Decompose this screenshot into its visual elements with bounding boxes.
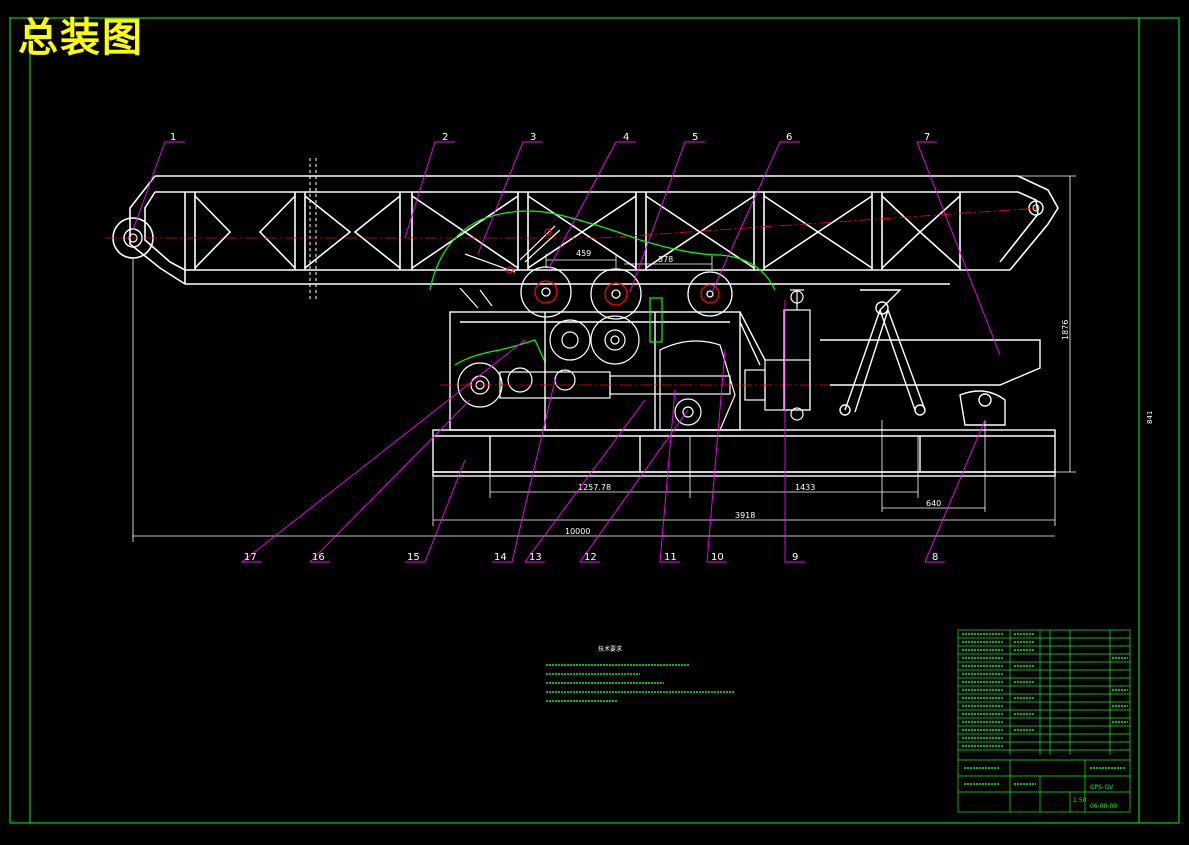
- label-underlines: [165, 141, 945, 563]
- hydraulic-cylinder: [783, 289, 811, 421]
- part-9-label: 9: [792, 552, 798, 563]
- part-13-label: 13: [529, 552, 542, 563]
- drawing-code-2: 06-00-00: [1090, 803, 1117, 810]
- cutter-hood: [429, 210, 776, 291]
- sheet-height-label: 841: [1146, 411, 1154, 424]
- discharge-chute: [820, 339, 1041, 426]
- part-2-label: 2: [442, 132, 448, 143]
- dim-10000: 10000: [565, 527, 590, 536]
- part-12-label: 12: [584, 552, 597, 563]
- drawing-scale: 1:50: [1073, 797, 1087, 804]
- dim-3918: 3918: [735, 511, 755, 520]
- cutter-wheels: [520, 266, 733, 320]
- break-marks: [309, 158, 317, 300]
- assembly-drawing: 8 4 1 459 578 1257.78 1433 640 3918 10000 …: [9, 17, 1180, 824]
- drive-shaft: [440, 359, 830, 411]
- part-4-label: 4: [623, 132, 629, 143]
- part-3-label: 3: [530, 132, 536, 143]
- drawing-sheet: 8 4 1 459 578 1257.78 1433 640 3918 10000 …: [0, 0, 1189, 841]
- part-6-label: 6: [786, 132, 792, 143]
- drawing-code-1: GPS-GV: [1090, 784, 1114, 791]
- lower-hood: [454, 339, 546, 366]
- conveyor-truss: [129, 175, 1059, 285]
- technical-notes: [546, 664, 735, 702]
- part-7-label: 7: [924, 132, 930, 143]
- dim-578: 578: [658, 255, 673, 264]
- part-14-label: 14: [494, 552, 507, 563]
- base-frame: [432, 429, 1056, 477]
- part-5-label: 5: [692, 132, 698, 143]
- part-number-labels: 1 2 3 4 5 6 7 8 9 10 11 12 13 14 15 16 1…: [170, 132, 938, 563]
- part-11-label: 11: [664, 552, 677, 563]
- part-17-label: 17: [244, 552, 257, 563]
- dim-1876: 1876: [1061, 320, 1070, 340]
- part-8-label: 8: [932, 552, 938, 563]
- part-1-label: 1: [170, 132, 176, 143]
- part-15-label: 15: [407, 552, 420, 563]
- a-frame-support: [839, 289, 926, 416]
- leader-lines: [132, 141, 1001, 563]
- dim-640: 640: [926, 499, 941, 508]
- notes-heading: 技术要求: [598, 645, 622, 653]
- dim-459: 459: [576, 249, 591, 258]
- part-10-label: 10: [711, 552, 724, 563]
- dim-1433: 1433: [795, 483, 815, 492]
- part-16-label: 16: [312, 552, 325, 563]
- parts-list-entries: [962, 633, 1128, 785]
- drawing-title: 总装图: [18, 15, 144, 61]
